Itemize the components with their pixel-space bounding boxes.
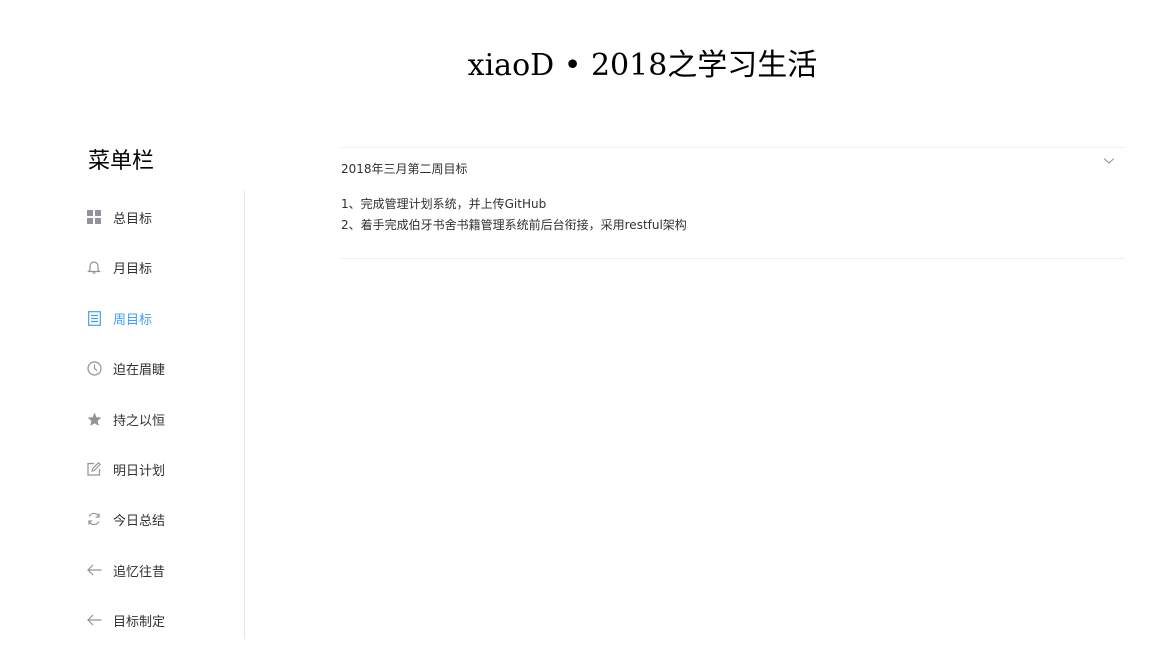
edit-icon: [86, 461, 102, 477]
document-icon: [86, 310, 102, 326]
collapse-panel-title[interactable]: 2018年三月第二周目标: [341, 160, 468, 177]
sidebar-item-overall-goal[interactable]: 总目标: [60, 192, 244, 242]
goal-line: 1、完成管理计划系统，并上传GitHub: [341, 197, 547, 211]
arrow-left-icon: [86, 612, 102, 628]
sidebar-item-recall-past[interactable]: 追忆往昔: [60, 545, 244, 595]
sidebar-item-urgent[interactable]: 迫在眉睫: [60, 343, 244, 393]
sidebar-item-label: 月目标: [113, 261, 153, 277]
arrow-left-icon: [86, 562, 102, 578]
sidebar-item-today-summary[interactable]: 今日总结: [60, 494, 244, 544]
sidebar-title: 菜单栏: [88, 149, 155, 174]
sidebar-item-label: 明日计划: [113, 463, 166, 479]
sidebar-item-label: 迫在眉睫: [113, 362, 166, 378]
sidebar-item-persistence[interactable]: 持之以恒: [60, 394, 244, 444]
clock-icon: [86, 360, 102, 376]
sidebar-item-label: 追忆往昔: [113, 564, 166, 580]
collapse-panel: 2018年三月第二周目标 1、完成管理计划系统，并上传GitHub 2、着手完成…: [341, 147, 1125, 259]
sidebar-item-label: 持之以恒: [113, 413, 166, 429]
sidebar-menu: 总目标 月目标 周目标 迫在眉睫 持之以恒 明日计划 今日总结 追忆往昔 目标制…: [60, 190, 245, 639]
sidebar-item-label: 总目标: [113, 211, 153, 227]
bell-icon: [86, 259, 102, 275]
chevron-down-icon[interactable]: [1103, 150, 1117, 164]
sidebar-item-weekly-goal[interactable]: 周目标: [60, 293, 244, 343]
sidebar-item-monthly-goal[interactable]: 月目标: [60, 242, 244, 292]
sidebar-item-label: 今日总结: [113, 513, 166, 529]
star-icon: [86, 411, 102, 427]
sidebar-item-goal-setting[interactable]: 目标制定: [60, 595, 244, 645]
goal-line: 2、着手完成伯牙书舍书籍管理系统前后台衔接，采用restful架构: [341, 218, 687, 232]
refresh-icon: [86, 511, 102, 527]
sidebar-item-label: 目标制定: [113, 614, 166, 630]
grid-icon: [86, 209, 102, 225]
sidebar-item-label: 周目标: [113, 312, 153, 328]
sidebar-item-tomorrow-plan[interactable]: 明日计划: [60, 444, 244, 494]
page-title: xiaoD • 2018之学习生活: [467, 48, 818, 83]
